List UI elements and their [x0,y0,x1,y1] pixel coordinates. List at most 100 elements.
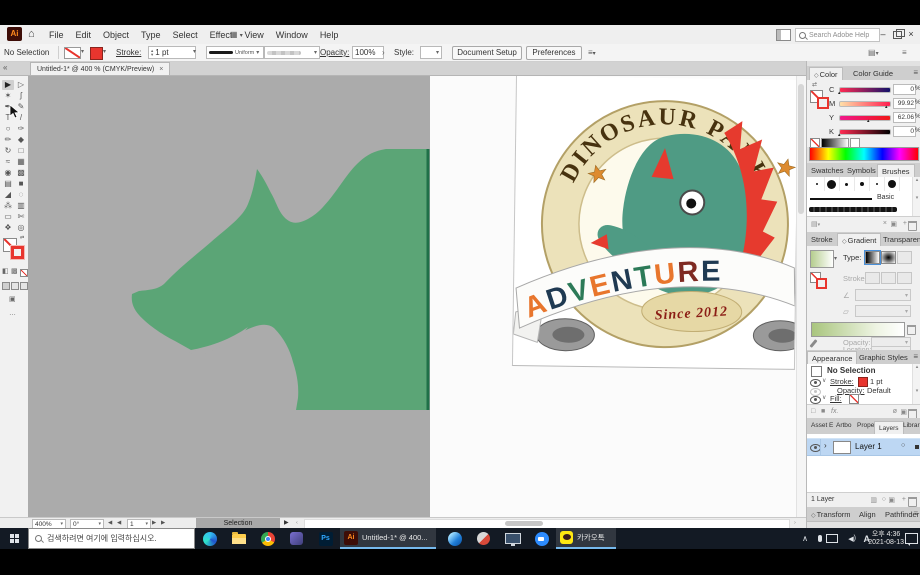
taskbar-app-4[interactable] [498,528,527,549]
tab-symbols[interactable]: Symbols [843,164,880,176]
menu-window[interactable]: Window [270,30,314,40]
taskbar-photoshop[interactable]: Ps [311,528,340,549]
tool-width[interactable]: ≈ [2,157,14,167]
stroke-align-button[interactable] [865,272,880,284]
taskbar-zoom[interactable] [527,528,556,549]
start-button[interactable] [0,528,28,549]
tool-paintbrush[interactable]: ✑ [15,124,27,134]
delete-layer-icon[interactable] [908,497,917,507]
channel-slider[interactable] [839,115,891,121]
menu-edit[interactable]: Edit [70,30,98,40]
delete-brush-icon[interactable] [908,221,917,231]
appearance-stroke-label[interactable]: Stroke: [830,377,854,386]
tab-appearance[interactable]: Appearance [807,351,857,364]
channel-value[interactable]: 0 [893,126,916,137]
taskbar-edge[interactable] [195,528,224,549]
appearance-scrollbar[interactable]: ▴▾ [912,364,920,404]
layer-name[interactable]: Layer 1 [855,442,882,451]
vertical-scrollbar[interactable] [796,76,806,517]
gradient-ramp[interactable] [811,322,905,337]
clock[interactable]: 오후 4:362021-08-13 [868,528,904,549]
screen-mode-icon[interactable]: ▣ [9,296,16,304]
appearance-fill-label[interactable]: Fill: [830,394,842,403]
delete-stop-icon[interactable] [907,325,916,335]
tool-direct-selection[interactable]: ▷ [15,80,27,90]
collapse-toolbar-icon[interactable]: « [3,63,7,72]
clear-appearance-icon[interactable]: ø [893,408,897,415]
aspect-ratio-select[interactable]: ▾ [855,305,911,317]
tab-color-guide[interactable]: Color Guide [849,67,897,79]
brush-thumbnail[interactable] [854,177,870,191]
tab-gradient[interactable]: ◇Gradient [837,233,881,246]
channel-value[interactable]: 99.92 [893,98,916,109]
tool-eraser[interactable]: ◆ [15,135,27,145]
channel-value[interactable]: 0 [893,84,916,95]
expand-icon[interactable]: ∨ [822,394,826,401]
stroke-align-button[interactable] [897,272,912,284]
new-fill-icon[interactable]: ■ [821,408,825,415]
brush-definition-select[interactable]: ▾ [264,46,320,59]
remove-brush-icon[interactable]: × [883,220,887,227]
tool-ellipse[interactable]: ○ [2,124,14,134]
edit-toolbar-icon[interactable]: … [9,310,16,318]
opacity-label[interactable]: Opacity: [320,44,349,61]
tool-shape-builder[interactable]: ◉ [2,168,14,178]
stepper-icon[interactable]: ▴▾ [151,49,153,57]
adobe-help-search[interactable]: Search Adobe Help [795,28,880,42]
collect-for-export-icon[interactable]: ▥ [870,496,877,504]
basic-brush-line[interactable] [810,198,872,200]
close-button[interactable]: × [904,25,918,44]
charcoal-brush-line[interactable] [809,207,897,212]
tool-blend[interactable]: ◌ [15,190,27,200]
taskbar-chrome[interactable] [253,528,282,549]
appearance-stroke-value[interactable]: 1 pt [870,377,883,386]
slider-marker[interactable]: ▴ [885,105,888,110]
stroke-weight-field[interactable]: ▴▾ 1 pt [148,46,196,59]
stroke-proxy[interactable] [816,278,827,289]
layer-expand-icon[interactable]: › [824,441,827,450]
volume-icon[interactable]: ◀) [848,528,856,549]
stroke-color-swatch[interactable] [64,47,81,59]
make-mask-icon[interactable]: ▣ [888,496,895,504]
microphone-icon[interactable] [818,528,822,549]
opacity-more-icon[interactable]: › [382,44,385,61]
tool-magic-wand[interactable]: ✶ [2,91,14,101]
tool-hand[interactable]: ❖ [2,223,14,233]
tab-color[interactable]: ◇Color [809,67,843,80]
control-menu-icon[interactable]: ≡ [902,44,907,61]
tool-graph[interactable]: ▥ [15,201,27,211]
tool-rotate[interactable]: ↻ [2,146,14,156]
workspace-switcher-icon[interactable] [776,29,791,41]
tab-transparency[interactable]: Transparency [879,233,920,245]
taskbar-file-explorer[interactable] [224,528,253,549]
brush-thumbnail[interactable] [839,177,855,191]
preferences-button[interactable]: Preferences [526,46,582,60]
new-stroke-icon[interactable]: □ [811,408,815,415]
layer-target-icon[interactable]: ○ [901,442,905,449]
menu-select[interactable]: Select [167,30,204,40]
panel-menu-icon[interactable]: ≡ [913,68,918,77]
tool-symbol-sprayer[interactable]: ⁂ [2,201,14,211]
panel-menu-icon[interactable]: ≡ [913,352,918,361]
notification-center-icon[interactable] [905,528,918,549]
fill-color-dropdown-icon[interactable]: ▾ [103,44,106,61]
taskbar-app-3[interactable] [469,528,498,549]
layer-row[interactable]: › Layer 1 ○ [807,438,920,456]
new-layer-icon[interactable]: + [902,496,906,503]
brushes-scrollbar[interactable]: ▴▾ [912,177,920,216]
stroke-weight-dropdown-icon[interactable]: ▾ [193,44,196,61]
horizontal-scroll-thumb[interactable] [505,521,543,526]
fill-color-chip[interactable] [849,394,859,404]
panel-extra-icon[interactable]: ▤▾ [868,44,879,61]
tool-slice[interactable]: ✄ [15,212,27,222]
tool-pencil[interactable]: ✏ [2,135,14,145]
tab-brushes[interactable]: Brushes [877,164,915,177]
angle-select[interactable]: ▾ [855,289,911,301]
brush-libraries-icon[interactable]: ▤▾ [811,220,820,228]
taskbar-app[interactable] [282,528,311,549]
canvas[interactable]: DINOSAUR PARK [28,76,806,517]
visibility-eye-icon[interactable] [810,379,821,387]
tool-lasso[interactable]: ʃ [15,91,27,101]
fill-color-swatch[interactable] [90,47,103,60]
minimize-button[interactable]: – [876,25,890,44]
